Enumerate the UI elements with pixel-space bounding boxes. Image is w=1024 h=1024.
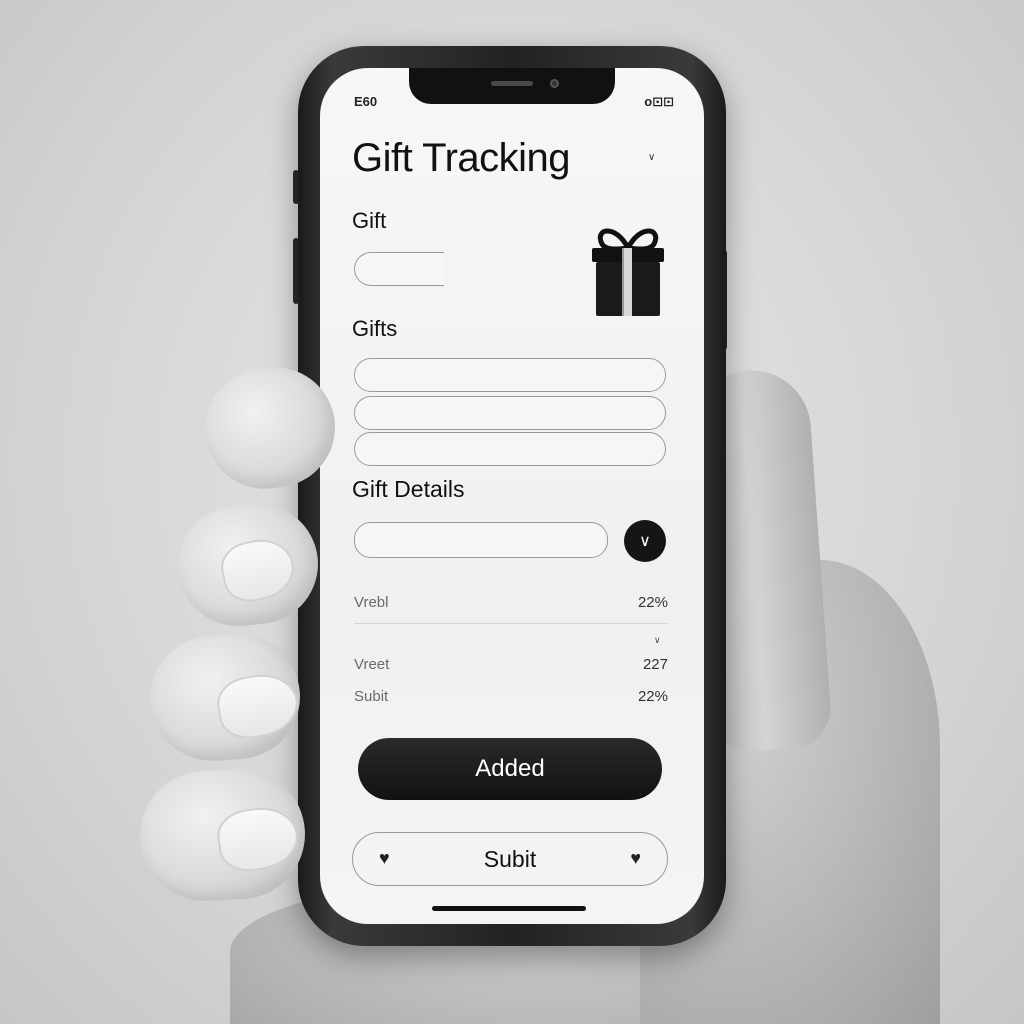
gifts-input-2[interactable]: [354, 396, 666, 430]
speaker-grille: [491, 81, 533, 86]
gift-label: Gift: [352, 208, 387, 233]
gifts-input-1[interactable]: [354, 358, 666, 392]
summary-row-value: 22%: [637, 688, 668, 705]
chevron-down-icon[interactable]: ∨: [648, 152, 655, 163]
summary-row: Subit 22%: [354, 688, 668, 712]
heart-icon: ♥: [379, 848, 390, 868]
gift-details-label: Gift Details: [352, 476, 465, 502]
summary-row: Vreet 227: [354, 656, 668, 680]
summary-row-value: 227: [642, 656, 668, 673]
summary-row-label: Subit: [354, 688, 389, 705]
submit-button[interactable]: ♥ Subit ♥: [352, 832, 668, 886]
page-title: Gift Tracking: [352, 136, 571, 180]
chevron-down-icon: ∨: [639, 533, 651, 550]
gift-details-input[interactable]: [354, 522, 608, 558]
divider: [354, 623, 668, 624]
notch: [409, 68, 615, 104]
submit-button-label: Subit: [483, 845, 537, 872]
gift-input[interactable]: [354, 252, 444, 286]
added-button[interactable]: Added: [358, 738, 662, 800]
home-indicator[interactable]: [432, 906, 586, 911]
summary-row-value: 22%: [637, 594, 668, 611]
details-toggle-button[interactable]: ∨: [624, 520, 666, 562]
gifts-input-3[interactable]: [354, 432, 666, 466]
status-time: E60: [354, 94, 378, 109]
summary-row-label: Vreet: [354, 656, 390, 673]
front-camera: [550, 79, 559, 88]
gift-box-icon: [592, 228, 664, 316]
chevron-down-icon[interactable]: ∨: [654, 635, 661, 646]
phone-screen: E60 o⊡⊡ Gift Tracking ∨ Gift Gifts Gift …: [320, 68, 704, 924]
gifts-label: Gifts: [352, 316, 398, 341]
heart-icon: ♥: [630, 848, 641, 868]
added-button-label: Added: [475, 755, 545, 782]
summary-row-label: Vrebl: [354, 594, 389, 611]
status-indicators: o⊡⊡: [644, 94, 674, 109]
summary-row: Vrebl 22%: [354, 594, 668, 618]
